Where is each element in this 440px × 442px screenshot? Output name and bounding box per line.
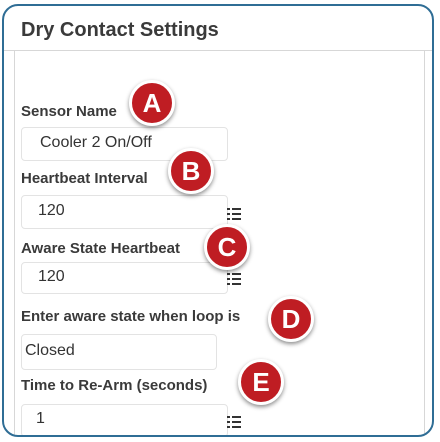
aware-heartbeat-value: 120	[38, 268, 65, 285]
page-title: Dry Contact Settings	[21, 19, 219, 41]
marker-b: B	[168, 148, 214, 194]
sensor-name-value: Cooler 2 On/Off	[40, 134, 152, 151]
aware-state-value: Closed	[25, 342, 75, 359]
rearm-value: 1	[36, 410, 45, 427]
list-icon[interactable]	[227, 273, 241, 285]
marker-d: D	[268, 296, 314, 342]
list-icon[interactable]	[227, 416, 241, 428]
settings-card: Dry Contact Settings Sensor Name Cooler …	[2, 4, 434, 437]
aware-heartbeat-input[interactable]: 120	[21, 262, 241, 294]
heartbeat-interval-label: Heartbeat Interval	[21, 170, 148, 187]
aware-heartbeat-label: Aware State Heartbeat	[21, 240, 180, 257]
rearm-input[interactable]: 1	[21, 404, 241, 435]
rearm-label: Time to Re-Arm (seconds)	[21, 377, 208, 394]
sensor-name-label: Sensor Name	[21, 103, 117, 120]
marker-a: A	[129, 80, 175, 126]
marker-c: C	[204, 224, 250, 270]
marker-e: E	[238, 359, 284, 405]
card-header: Dry Contact Settings	[4, 6, 432, 51]
list-icon[interactable]	[227, 208, 241, 220]
heartbeat-interval-input[interactable]: 120	[21, 195, 241, 229]
aware-state-select[interactable]: Closed	[21, 334, 217, 370]
heartbeat-interval-value: 120	[38, 202, 65, 219]
aware-state-label: Enter aware state when loop is	[21, 308, 241, 325]
